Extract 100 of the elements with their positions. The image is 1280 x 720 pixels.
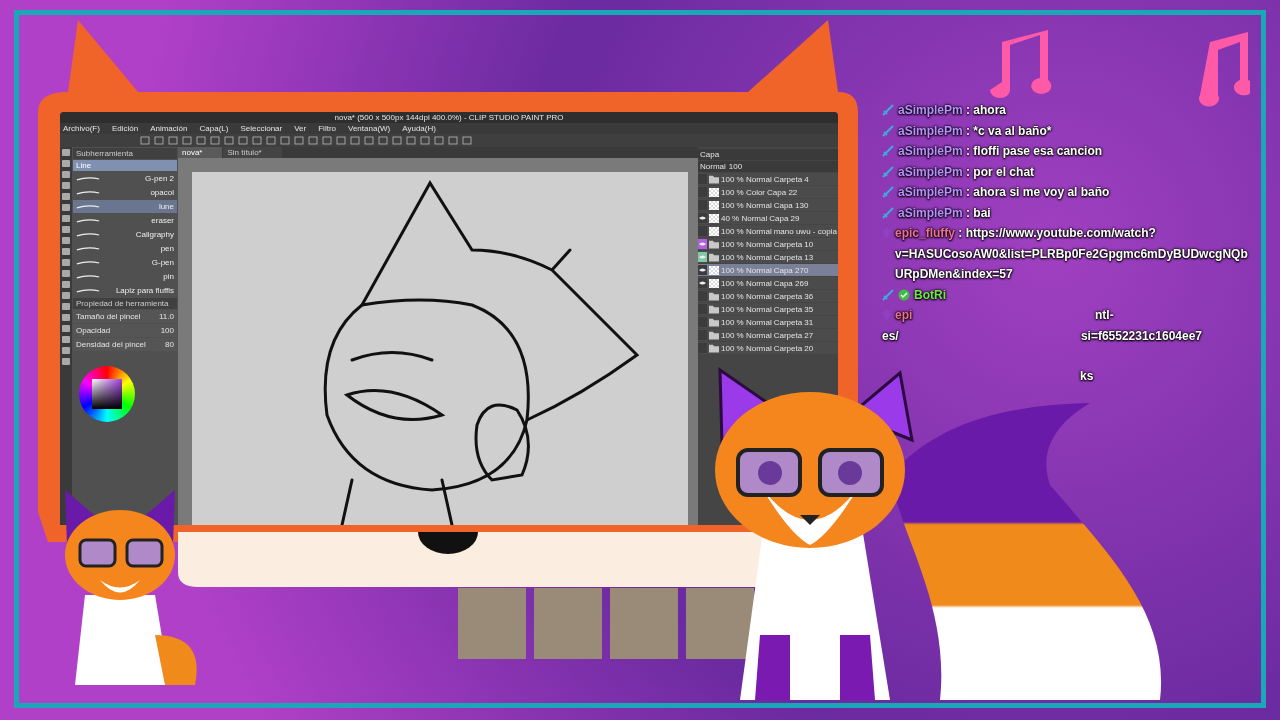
visibility-toggle[interactable] (698, 330, 707, 340)
avatar-thumbnail (686, 588, 754, 659)
tool-strip-drawing[interactable] (60, 147, 72, 367)
visibility-toggle[interactable] (698, 239, 707, 249)
stroke-preview-icon (76, 287, 100, 294)
menu-item[interactable]: Capa(L) (199, 124, 229, 133)
layer-mode: 40 % Normal (721, 213, 768, 223)
document-tab[interactable]: Sin título* (223, 147, 282, 158)
chat-username[interactable]: BotRi (914, 284, 946, 305)
layer-name: Capa 269 (773, 278, 809, 288)
brush-item[interactable]: lune (73, 200, 177, 213)
property-value[interactable]: 11.0 (159, 312, 174, 321)
layer-name: Carpeta 10 (773, 239, 814, 249)
chat-message: aSimplePm : ahora (898, 102, 1008, 119)
chat-message: aSimplePm : ahora si me voy al baño (898, 184, 1111, 201)
property-label: Opacidad (76, 326, 111, 335)
layer-mode: 100 % Normal (721, 330, 772, 340)
layer-mode: 100 % Color (721, 187, 766, 197)
document-tab[interactable]: nova* (178, 147, 223, 158)
menu-item[interactable]: Edición (111, 124, 139, 133)
visibility-toggle[interactable] (698, 291, 707, 301)
layer-mode: 100 % Normal (721, 291, 772, 301)
panel-header: Capa (700, 150, 720, 159)
layer-row[interactable]: 40 % Normal Capa 29 (698, 212, 838, 224)
layer-row[interactable]: 100 % Normal Carpeta 31 (698, 316, 838, 328)
chat-message: aSimplePm : por el chat (898, 163, 1036, 181)
brush-item[interactable]: Caligraphy (73, 228, 177, 241)
brush-item[interactable]: G-pen 2 (73, 172, 177, 185)
sword-icon (882, 124, 894, 137)
layer-row[interactable]: 100 % Normal mano uwu - copia (698, 225, 838, 237)
brush-item[interactable]: opacol (73, 186, 177, 199)
visibility-toggle[interactable] (698, 343, 707, 353)
menu-item[interactable]: Ayuda(H) (402, 124, 436, 133)
layer-row[interactable]: 100 % Normal Carpeta 35 (698, 303, 838, 315)
layer-row[interactable]: 100 % Normal Carpeta 10 (698, 238, 838, 250)
chat-message: aSimplePm : *c va al baño* (898, 122, 1053, 140)
chat-message-text: si=f6552231c1604ee7 (1080, 327, 1202, 345)
layer-row[interactable]: 100 % Normal Carpeta 36 (698, 290, 838, 302)
layer-name: mano uwu - copia (773, 226, 837, 236)
menu-item[interactable]: Animación (150, 124, 188, 133)
layer-mode: 100 % Normal (721, 174, 772, 184)
layer-name: Capa 130 (773, 200, 809, 210)
brush-item[interactable]: G-pen (73, 256, 177, 269)
menu-item[interactable]: Seleccionar (240, 124, 283, 133)
layer-row[interactable]: 100 % Normal Carpeta 4 (698, 173, 838, 185)
visibility-toggle[interactable] (698, 226, 707, 236)
property-value[interactable]: 80 (165, 340, 174, 349)
layer-mode: 100 % Normal (721, 317, 772, 327)
visibility-toggle[interactable] (698, 252, 707, 262)
brush-item[interactable]: pin (73, 270, 177, 283)
visibility-toggle[interactable] (698, 187, 707, 197)
blend-mode-dropdown[interactable]: Normal (700, 162, 726, 171)
layer-row[interactable]: 100 % Normal Carpeta 27 (698, 329, 838, 341)
panel-header: Propiedad de herramienta (73, 298, 177, 309)
sword-icon (882, 104, 894, 116)
property-label: Tamaño del pincel (76, 312, 141, 321)
visibility-toggle[interactable] (698, 213, 707, 223)
brush-item[interactable]: eraser (73, 214, 177, 227)
visibility-toggle[interactable] (698, 304, 707, 314)
visibility-toggle[interactable] (698, 265, 707, 275)
layer-mode: 100 % Normal (721, 343, 772, 353)
menu-item[interactable]: Ventana(W) (348, 124, 391, 133)
drawing-canvas[interactable] (192, 172, 688, 525)
eye-icon (699, 216, 706, 220)
menu-item[interactable]: Ver (294, 124, 307, 133)
color-wheel[interactable] (79, 366, 135, 422)
eye-icon (699, 255, 706, 259)
menu-item[interactable]: Filtro (318, 124, 336, 133)
chat-message-text: ntl- (1095, 307, 1114, 324)
eye-icon (699, 268, 706, 272)
layer-mode: 100 % Normal (721, 304, 772, 314)
property-label: Densidad del pincel (76, 340, 146, 349)
stroke-preview-icon (76, 259, 100, 266)
layer-name: Carpeta 31 (773, 317, 814, 327)
layer-name: Carpeta 20 (773, 343, 814, 353)
layer-row[interactable]: 100 % Normal Capa 130 (698, 199, 838, 211)
visibility-toggle[interactable] (698, 174, 707, 184)
avatar-thumbnail (610, 588, 678, 659)
layer-row[interactable]: 100 % Normal Carpeta 20 (698, 342, 838, 354)
property-value[interactable]: 100 (160, 326, 174, 335)
layer-row[interactable]: 100 % Normal Carpeta 13 (698, 251, 838, 263)
layer-name: Carpeta 13 (773, 252, 814, 262)
layer-name: Carpeta 35 (773, 304, 814, 314)
visibility-toggle[interactable] (698, 200, 707, 210)
check-badge-icon (898, 288, 910, 301)
layer-row[interactable]: 100 % Normal Capa 269 (698, 277, 838, 289)
sword-icon (882, 145, 894, 157)
menu-item[interactable]: Archivo(F) (63, 124, 100, 133)
brush-item[interactable]: Lapiz para fluffis (73, 284, 177, 297)
visibility-toggle[interactable] (698, 278, 707, 288)
avatar-thumbnail (458, 588, 526, 659)
chat-message-text: es/ (882, 327, 899, 345)
opacity-field[interactable]: 100 (728, 162, 743, 171)
layer-name: Capa 29 (769, 213, 800, 223)
layer-row[interactable]: 100 % Color Capa 22 (698, 186, 838, 198)
visibility-toggle[interactable] (698, 317, 707, 327)
layer-name: Capa 22 (767, 187, 798, 197)
brush-item[interactable]: pen (73, 242, 177, 255)
layer-name: Carpeta 36 (773, 291, 814, 301)
chat-message: epic_fluffy : https://www.youtube.com/watch?v=HASUCosoAW0&list=PLRBp0Fe2Gpgmc6mDyBUDwcgNQbURpDMen&index=57 (895, 225, 1249, 283)
